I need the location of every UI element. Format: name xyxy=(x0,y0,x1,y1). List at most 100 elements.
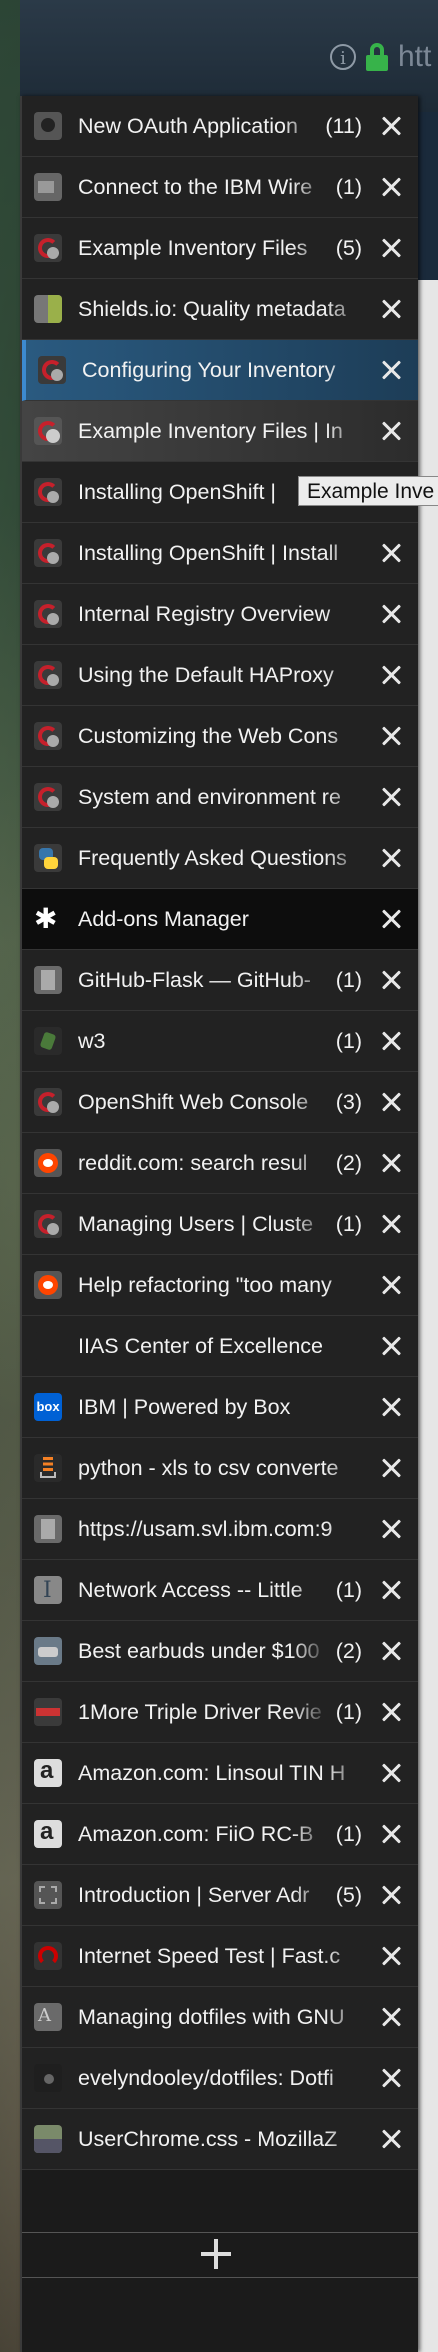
close-tab-icon[interactable] xyxy=(374,536,408,570)
sidebar-tab[interactable]: Help refactoring "too many xyxy=(22,1255,418,1316)
sidebar-tab[interactable]: python - xls to csv converte xyxy=(22,1438,418,1499)
close-tab-icon[interactable] xyxy=(374,2061,408,2095)
sidebar-tab[interactable]: Example Inventory Files | In xyxy=(22,401,418,462)
close-tab-icon[interactable] xyxy=(374,1878,408,1912)
close-tab-icon[interactable] xyxy=(374,1573,408,1607)
tab-title: IIAS Center of Excellence xyxy=(78,1333,323,1358)
redhat-icon xyxy=(34,1210,62,1238)
sidebar-tab[interactable]: GitHub-Flask — GitHub- (1) xyxy=(22,950,418,1011)
stackoverflow-icon xyxy=(34,1454,62,1482)
github-icon xyxy=(34,112,62,140)
sidebar-tab[interactable]: New OAuth Application (11) xyxy=(22,96,418,157)
sidebar-tab[interactable]: Using the Default HAProxy xyxy=(22,645,418,706)
sidebar-tab[interactable]: UserChrome.css - MozillaZ xyxy=(22,2109,418,2170)
tab-count-badge: (1) xyxy=(335,1211,362,1236)
1more-icon xyxy=(34,1698,62,1726)
sidebar-tab[interactable]: Amazon.com: FiiO RC-B (1) xyxy=(22,1804,418,1865)
sidebar-tab[interactable]: Frequently Asked Questions xyxy=(22,828,418,889)
tab-count-badge: (5) xyxy=(335,1882,362,1907)
redhat-icon xyxy=(34,722,62,750)
close-tab-icon[interactable] xyxy=(374,1146,408,1180)
tab-title: Using the Default HAProxy xyxy=(78,662,334,687)
tab-title: Example Inventory Files xyxy=(78,235,308,260)
close-tab-icon[interactable] xyxy=(374,1512,408,1546)
close-tab-icon[interactable] xyxy=(374,1268,408,1302)
close-tab-icon[interactable] xyxy=(374,841,408,875)
sidebar-tab[interactable]: Installing OpenShift | Install xyxy=(22,523,418,584)
close-tab-icon[interactable] xyxy=(374,292,408,326)
sidebar-tab[interactable]: Shields.io: Quality metadata xyxy=(22,279,418,340)
sidebar-tab[interactable]: box IBM | Powered by Box xyxy=(22,1377,418,1438)
sidebar-tab[interactable]: Customizing the Web Cons xyxy=(22,706,418,767)
tab-title: w3 xyxy=(78,1028,106,1053)
close-tab-icon[interactable] xyxy=(374,231,408,265)
tab-sidebar: New OAuth Application (11) Connect to the … xyxy=(20,96,418,2352)
tab-title: Installing OpenShift | Install xyxy=(78,540,339,565)
close-tab-icon[interactable] xyxy=(374,1390,408,1424)
new-tab-button[interactable] xyxy=(22,2232,418,2278)
doc-icon xyxy=(34,966,62,994)
close-tab-icon[interactable] xyxy=(374,1756,408,1790)
ibm-icon xyxy=(34,173,62,201)
close-tab-icon[interactable] xyxy=(374,1451,408,1485)
sidebar-tab[interactable]: Introduction | Server Adr (5) xyxy=(22,1865,418,1926)
sidebar-tab[interactable]: IIAS Center of Excellence xyxy=(22,1316,418,1377)
sidebar-tab[interactable]: Managing Users | Cluste (1) xyxy=(22,1194,418,1255)
redhat-icon xyxy=(34,478,62,506)
sidebar-tab[interactable]: Best earbuds under $100 (2) xyxy=(22,1621,418,1682)
sidebar-tab[interactable]: Network Access -- Little (1) xyxy=(22,1560,418,1621)
sidebar-tab[interactable]: w3 (1) xyxy=(22,1011,418,1072)
close-tab-icon[interactable] xyxy=(374,109,408,143)
tab-title: OpenShift Web Console xyxy=(78,1089,309,1114)
close-tab-icon[interactable] xyxy=(374,719,408,753)
tab-title: Best earbuds under $100 xyxy=(78,1638,320,1663)
close-tab-icon[interactable] xyxy=(374,1024,408,1058)
sidebar-tab[interactable]: Configuring Your Inventory xyxy=(22,340,418,401)
sidebar-tab[interactable]: Example Inventory Files (5) xyxy=(22,218,418,279)
sidebar-tab[interactable]: Managing dotfiles with GNU xyxy=(22,1987,418,2048)
sidebar-tab[interactable]: Add-ons Manager xyxy=(22,889,418,950)
close-tab-icon[interactable] xyxy=(374,170,408,204)
close-tab-icon[interactable] xyxy=(374,1085,408,1119)
close-tab-icon[interactable] xyxy=(374,1329,408,1363)
tab-title: 1More Triple Driver Revie xyxy=(78,1699,322,1724)
sidebar-tab[interactable]: https://usam.svl.ibm.com:9 xyxy=(22,1499,418,1560)
url-text[interactable]: htt xyxy=(398,40,431,74)
tab-count-badge: (2) xyxy=(335,1150,362,1175)
tab-title: System and environment re xyxy=(78,784,341,809)
close-tab-icon[interactable] xyxy=(374,2000,408,2034)
close-tab-icon[interactable] xyxy=(374,1695,408,1729)
close-tab-icon[interactable] xyxy=(374,353,408,387)
sidebar-tab[interactable]: evelyndooley/dotfiles: Dotfi xyxy=(22,2048,418,2109)
reddit-icon xyxy=(34,1149,62,1177)
close-tab-icon[interactable] xyxy=(374,963,408,997)
close-tab-icon[interactable] xyxy=(374,1817,408,1851)
sidebar-tab[interactable]: Connect to the IBM Wire (1) xyxy=(22,157,418,218)
close-tab-icon[interactable] xyxy=(374,780,408,814)
sidebar-tab[interactable]: System and environment re xyxy=(22,767,418,828)
tab-count-badge: (2) xyxy=(335,1638,362,1663)
network-icon xyxy=(34,1576,62,1604)
sidebar-tab[interactable]: OpenShift Web Console (3) xyxy=(22,1072,418,1133)
tab-title: Configuring Your Inventory xyxy=(82,357,336,382)
tab-count-badge: (3) xyxy=(335,1089,362,1114)
sidebar-tab[interactable]: 1More Triple Driver Revie (1) xyxy=(22,1682,418,1743)
sidebar-tab[interactable]: reddit.com: search resul (2) xyxy=(22,1133,418,1194)
close-tab-icon[interactable] xyxy=(374,1939,408,1973)
close-tab-icon[interactable] xyxy=(374,902,408,936)
close-tab-icon[interactable] xyxy=(374,1634,408,1668)
close-tab-icon[interactable] xyxy=(374,414,408,448)
redhat-icon xyxy=(34,417,62,445)
info-icon[interactable]: i xyxy=(330,44,356,70)
close-tab-icon[interactable] xyxy=(374,1207,408,1241)
sidebar-tab[interactable]: Amazon.com: Linsoul TIN H xyxy=(22,1743,418,1804)
lock-icon[interactable] xyxy=(366,43,388,71)
tab-title: Amazon.com: Linsoul TIN H xyxy=(78,1760,346,1785)
intro-icon xyxy=(34,1881,62,1909)
close-tab-icon[interactable] xyxy=(374,597,408,631)
sidebar-tab[interactable]: Internet Speed Test | Fast.c xyxy=(22,1926,418,1987)
sidebar-tab[interactable]: Internal Registry Overview xyxy=(22,584,418,645)
close-tab-icon[interactable] xyxy=(374,658,408,692)
close-tab-icon[interactable] xyxy=(374,2122,408,2156)
reddit-icon xyxy=(34,1271,62,1299)
